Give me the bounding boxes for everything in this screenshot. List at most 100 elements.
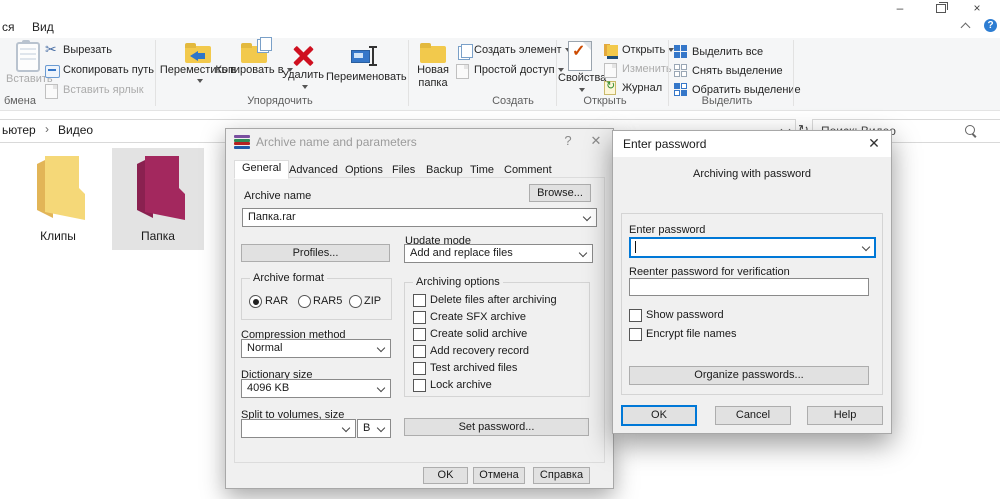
radio-zip[interactable] [349, 295, 362, 308]
winrar-dialog: Archive name and parameters ? ✕ General … [225, 128, 614, 489]
ok-button[interactable]: OK [621, 405, 697, 426]
set-password-button[interactable]: Set password... [404, 418, 589, 436]
archive-name-combo[interactable]: Папка.rar [242, 208, 597, 227]
checkbox-icon [413, 311, 426, 324]
checkbox-label: Encrypt file names [646, 328, 736, 341]
easy-access-label: Простой доступ [474, 64, 555, 76]
chevron-down-icon [377, 384, 385, 392]
chevron-down-icon [342, 424, 350, 432]
select-all-icon [674, 45, 687, 58]
chevron-down-icon [862, 243, 870, 251]
properties-icon: ✓ [568, 41, 592, 71]
checkbox-icon [413, 294, 426, 307]
enter-password-label: Enter password [629, 224, 705, 236]
radio-rar[interactable] [249, 295, 262, 308]
profiles-button[interactable]: Profiles... [241, 244, 390, 262]
select-group-label: Выделить [692, 95, 762, 107]
shortcut-icon [45, 84, 58, 99]
ribbon: Вставить ✂ Вырезать Скопировать путь Вст… [0, 38, 1000, 111]
reenter-password-label: Reenter password for verification [629, 266, 790, 278]
new-item-label: Создать элемент [474, 44, 562, 56]
tab-view[interactable]: Вид [32, 20, 54, 34]
checkbox-icon [413, 345, 426, 358]
folder-name: Клипы [12, 229, 104, 243]
cut-label: Вырезать [63, 44, 112, 56]
close-icon[interactable]: ✕ [587, 133, 605, 149]
compression-combo[interactable]: Normal [241, 339, 391, 358]
cancel-button[interactable]: Cancel [715, 406, 791, 425]
explorer-window: – × ся Вид ? Вставить ✂ Вырезать Скопиро… [0, 0, 1000, 499]
help-button[interactable]: Help [807, 406, 883, 425]
split-volumes-combo[interactable] [241, 419, 356, 438]
checkbox-label: Lock archive [430, 379, 492, 392]
copy-to-folder-icon [241, 43, 267, 63]
dictionary-value: 4096 KB [247, 382, 289, 394]
organize-group-label: Упорядочить [230, 95, 330, 107]
breadcrumb-current[interactable]: Видео [58, 123, 93, 137]
folder-item-klipy[interactable]: Клипы [12, 148, 104, 250]
password-header: Archiving with password [613, 168, 891, 180]
ribbon-separator [155, 40, 156, 106]
folder-maroon-icon [129, 152, 187, 224]
dialog-help-icon[interactable]: ? [559, 133, 577, 148]
paste-label: Вставить [6, 74, 50, 85]
ribbon-separator [793, 40, 794, 106]
dropdown-caret-icon [302, 85, 308, 89]
enter-password-input[interactable] [629, 237, 876, 258]
checkbox-label: Delete files after archiving [430, 294, 557, 307]
tab-share-partial[interactable]: ся [2, 20, 15, 34]
password-dialog-titlebar[interactable]: Enter password ✕ [613, 131, 891, 157]
update-mode-combo[interactable]: Add and replace files [404, 244, 593, 263]
chevron-down-icon [579, 249, 587, 257]
delete-label: Удалить [278, 70, 328, 81]
breadcrumb-root[interactable]: ьютер [2, 123, 36, 137]
new-folder-button[interactable]: Новая папка [412, 40, 454, 89]
restore-icon[interactable] [936, 4, 946, 13]
rename-label: Переименовать [326, 72, 406, 83]
move-to-folder-icon [185, 43, 211, 63]
dictionary-combo[interactable]: 4096 KB [241, 379, 391, 398]
split-unit-combo[interactable]: B [357, 419, 391, 438]
rename-button[interactable]: Переименовать [326, 40, 406, 83]
archive-format-label: Archive format [250, 272, 327, 284]
ribbon-separator [668, 40, 669, 106]
folder-item-papka[interactable]: Папка [112, 148, 204, 250]
edit-icon [604, 63, 617, 78]
open-group-label: Открыть [570, 95, 640, 107]
radio-zip-label[interactable]: ZIP [364, 295, 381, 307]
text-cursor [635, 241, 636, 253]
browse-button[interactable]: Browse... [529, 184, 591, 202]
delete-x-icon [291, 44, 315, 68]
tab-general[interactable]: General [234, 160, 289, 179]
ok-button[interactable]: OK [423, 467, 468, 484]
delete-button[interactable]: Удалить [278, 40, 328, 93]
dropdown-caret-icon [579, 88, 585, 92]
password-dialog: Enter password ✕ Archiving with password… [612, 130, 892, 434]
radio-rar-label[interactable]: RAR [265, 295, 288, 307]
organize-passwords-button[interactable]: Organize passwords... [629, 366, 869, 385]
paste-button[interactable]: Вставить [6, 40, 50, 85]
invert-selection-icon [674, 83, 687, 96]
copy-path-label: Скопировать путь [63, 64, 154, 76]
minimize-icon[interactable]: – [891, 1, 909, 15]
radio-rar5-label[interactable]: RAR5 [313, 295, 342, 307]
winrar-dialog-titlebar[interactable]: Archive name and parameters ? ✕ [226, 129, 613, 155]
archive-name-value: Папка.rar [248, 211, 296, 223]
properties-button[interactable]: ✓ Свойства [558, 40, 602, 96]
radio-rar5[interactable] [298, 295, 311, 308]
history-icon: ↻ [604, 81, 617, 94]
archiving-options-label: Archiving options [413, 276, 503, 288]
properties-label: Свойства [558, 73, 602, 84]
collapse-ribbon-icon[interactable] [961, 23, 971, 33]
help-button[interactable]: Справка [533, 467, 590, 484]
ribbon-separator [556, 40, 557, 106]
cancel-button[interactable]: Отмена [473, 467, 525, 484]
close-icon[interactable]: ✕ [865, 135, 883, 152]
checkbox-icon [629, 309, 642, 322]
scissors-icon: ✂ [45, 42, 57, 56]
winrar-icon [234, 135, 250, 149]
close-icon[interactable]: × [968, 1, 986, 15]
chevron-down-icon [583, 213, 591, 221]
reenter-password-input[interactable] [629, 278, 869, 296]
help-icon[interactable]: ? [984, 19, 997, 32]
